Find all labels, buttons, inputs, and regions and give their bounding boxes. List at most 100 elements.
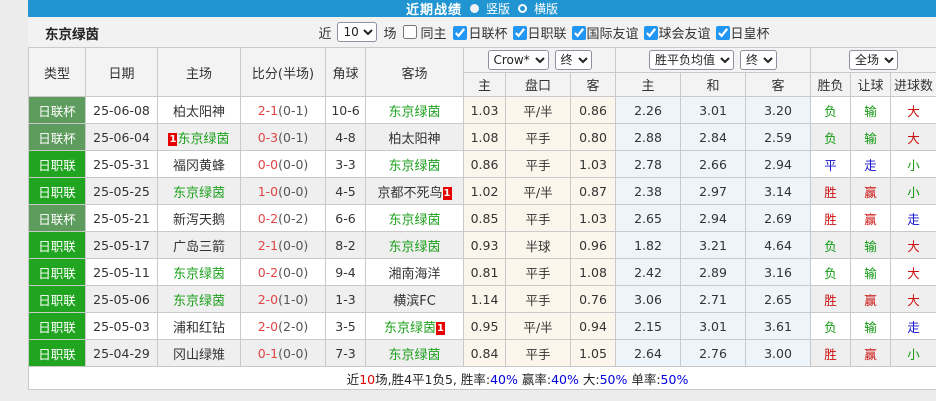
- away-team-cell: 东京绿茵: [366, 232, 464, 259]
- table-row: 日职联25-05-17广岛三箭2-1(0-0)8-2东京绿茵0.93半球0.96…: [29, 232, 936, 259]
- team-name: 福冈黄蜂: [173, 159, 225, 174]
- avg-away: 3.20: [746, 97, 811, 124]
- scope-select-cell: 全场: [811, 48, 936, 73]
- bookmaker-time-select[interactable]: 终: [555, 50, 592, 70]
- result-goals: 小: [891, 178, 936, 205]
- odds-handicap: 半球: [506, 232, 571, 259]
- away-team-cell: 东京绿茵: [366, 97, 464, 124]
- home-team-cell: 福冈黄蜂: [158, 151, 241, 178]
- table-row: 日职联25-05-03浦和红钻2-0(2-0)3-5东京绿茵10.95平/半0.…: [29, 313, 936, 340]
- table-row: 日职联25-05-06东京绿茵2-0(1-0)1-3横滨FC1.14平手0.76…: [29, 286, 936, 313]
- summary-text: 近10场,胜4平1负5, 胜率:40% 赢率:40% 大:50% 单率:50%: [29, 367, 936, 390]
- odds-home: 1.14: [464, 286, 506, 313]
- competition-label-2[interactable]: 国际友谊: [587, 27, 639, 42]
- league-type-cell: 日职联: [29, 313, 86, 340]
- layout-radio-horizontal[interactable]: [518, 4, 527, 13]
- match-date: 25-06-08: [86, 97, 158, 124]
- table-row: 日职联25-05-25东京绿茵1-0(0-0)4-5京都不死鸟11.02平/半0…: [29, 178, 936, 205]
- home-team-cell: 新泻天鹅: [158, 205, 241, 232]
- avg-away: 3.14: [746, 178, 811, 205]
- result-goals: 走: [891, 313, 936, 340]
- odds-home: 0.85: [464, 205, 506, 232]
- recent-label: 近: [318, 23, 331, 42]
- match-score: 0-2(0-2): [241, 205, 326, 232]
- match-score: 2-1(0-1): [241, 97, 326, 124]
- bookmaker-select[interactable]: Crow*: [488, 50, 549, 70]
- team-name: 湘南海洋: [388, 267, 440, 282]
- result-goals: 大: [891, 259, 936, 286]
- result-handicap: 输: [851, 97, 891, 124]
- corner-score: 6-6: [326, 205, 366, 232]
- away-team-cell: 东京绿茵: [366, 151, 464, 178]
- half-time-score: (0-1): [278, 130, 308, 145]
- half-time-score: (0-0): [278, 346, 308, 361]
- recent-count-select[interactable]: 10: [337, 22, 377, 42]
- result-wdl: 负: [811, 232, 851, 259]
- avg-time-select[interactable]: 终: [740, 50, 777, 70]
- team-name: 冈山绿雉: [173, 348, 225, 363]
- corner-score: 1-3: [326, 286, 366, 313]
- summary-part: 场,胜4平1负5, 胜率:: [375, 372, 490, 387]
- home-team-cell: 东京绿茵: [158, 259, 241, 286]
- team-name: 新泻天鹅: [173, 213, 225, 228]
- competition-checkbox-2[interactable]: [572, 26, 586, 40]
- avg-odds-select[interactable]: 胜平负均值: [649, 50, 734, 70]
- away-team-cell: 东京绿茵: [366, 205, 464, 232]
- competition-checkbox-3[interactable]: [644, 26, 658, 40]
- odds-home: 1.02: [464, 178, 506, 205]
- result-wdl: 胜: [811, 205, 851, 232]
- layout-radio-vertical-label[interactable]: 竖版: [486, 0, 510, 17]
- competition-checkbox-4[interactable]: [716, 26, 730, 40]
- result-handicap: 赢: [851, 286, 891, 313]
- layout-radio-vertical[interactable]: [470, 4, 479, 13]
- team-name-label: 东京绿茵: [45, 23, 99, 43]
- odds-home: 0.86: [464, 151, 506, 178]
- team-name: 柏太阳神: [173, 105, 225, 120]
- layout-radio-horizontal-label[interactable]: 横版: [534, 0, 558, 17]
- header-avg-draw: 和: [681, 73, 746, 97]
- competition-label-3[interactable]: 球会友谊: [659, 27, 711, 42]
- scope-select[interactable]: 全场: [849, 50, 898, 70]
- away-team-cell: 柏太阳神: [366, 124, 464, 151]
- competition-checkbox-0[interactable]: [453, 26, 467, 40]
- table-row: 日职联25-05-11东京绿茵0-2(0-0)9-4湘南海洋0.81平手1.08…: [29, 259, 936, 286]
- same-home-checkbox[interactable]: [403, 25, 417, 39]
- match-score: 0-2(0-0): [241, 259, 326, 286]
- title-bar: 近期战绩竖版 横版: [28, 0, 936, 17]
- competition-label-0[interactable]: 日联杯: [468, 27, 507, 42]
- competition-checkbox-1[interactable]: [513, 26, 527, 40]
- avg-away: 3.00: [746, 340, 811, 367]
- team-name: 东京绿茵: [177, 132, 229, 147]
- avg-draw: 3.01: [681, 97, 746, 124]
- away-team-cell: 东京绿茵1: [366, 313, 464, 340]
- match-score: 2-0(1-0): [241, 286, 326, 313]
- odds-away: 1.03: [571, 151, 616, 178]
- odds-home: 1.03: [464, 97, 506, 124]
- result-wdl: 负: [811, 97, 851, 124]
- avg-home: 2.42: [616, 259, 681, 286]
- odds-handicap: 平手: [506, 259, 571, 286]
- competition-label-1[interactable]: 日职联: [528, 27, 567, 42]
- same-home-label[interactable]: 同主: [420, 23, 446, 42]
- half-time-score: (2-0): [278, 319, 308, 334]
- away-team-cell: 横滨FC: [366, 286, 464, 313]
- result-goals: 大: [891, 97, 936, 124]
- competition-label-4[interactable]: 日皇杯: [731, 27, 770, 42]
- odds-away: 1.05: [571, 340, 616, 367]
- result-wdl: 负: [811, 313, 851, 340]
- avg-home: 2.64: [616, 340, 681, 367]
- result-goals: 大: [891, 232, 936, 259]
- header-odds-home: 主: [464, 73, 506, 97]
- header-odds-away: 客: [571, 73, 616, 97]
- avg-away: 2.94: [746, 151, 811, 178]
- avg-home: 2.65: [616, 205, 681, 232]
- team-name: 广岛三箭: [173, 240, 225, 255]
- league-type-cell: 日联杯: [29, 205, 86, 232]
- odds-handicap: 平/半: [506, 313, 571, 340]
- full-time-score: 1-0: [258, 184, 278, 199]
- avg-away: 2.59: [746, 124, 811, 151]
- team-name: 浦和红钻: [173, 321, 225, 336]
- odds-away: 1.08: [571, 259, 616, 286]
- avg-draw: 2.71: [681, 286, 746, 313]
- odds-handicap: 平手: [506, 205, 571, 232]
